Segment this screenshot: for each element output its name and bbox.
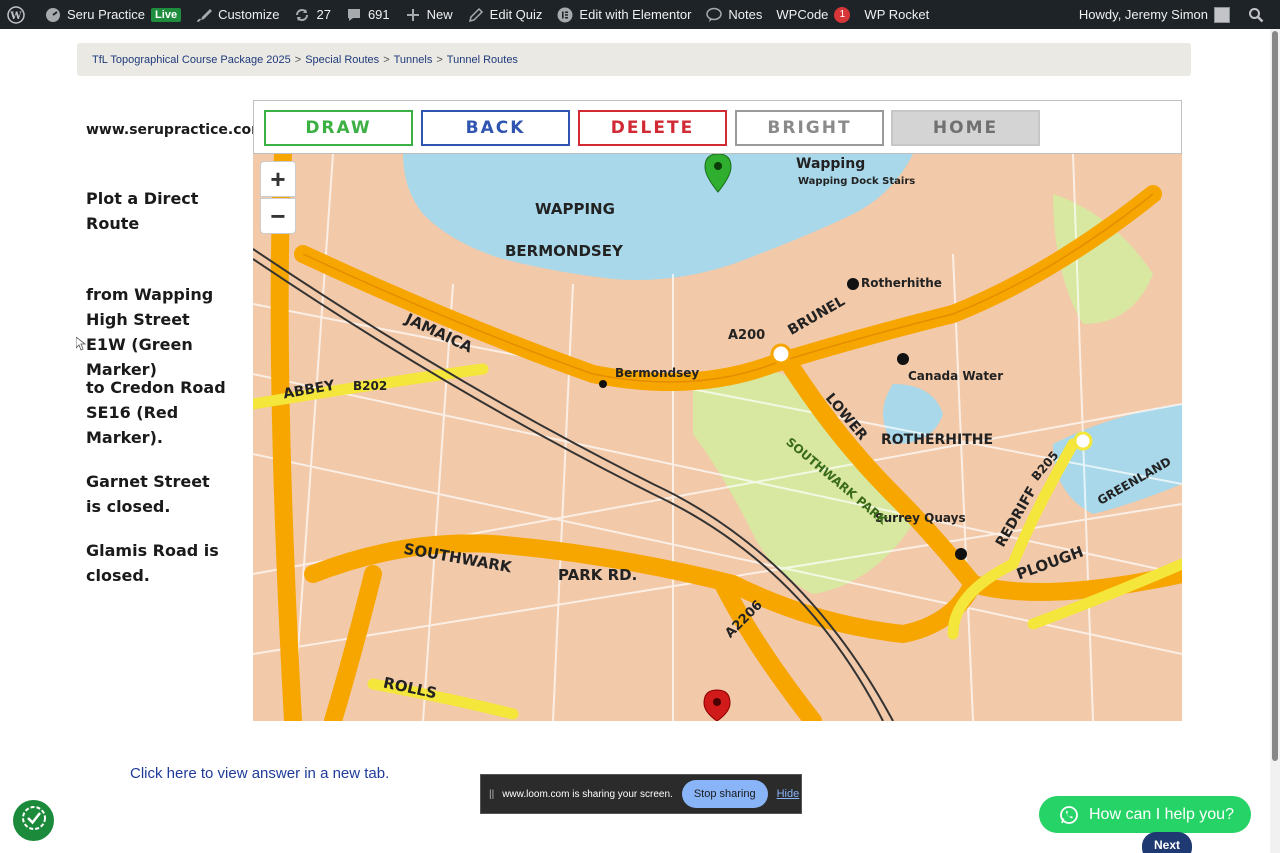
new-content-menu[interactable]: New (397, 0, 460, 29)
route-to-text: to Credon Road SE16 (Red Marker). (86, 378, 226, 447)
updates-link[interactable]: 27 (286, 0, 337, 29)
edit-elementor-label: Edit with Elementor (579, 7, 692, 22)
notes-link[interactable]: Notes (698, 0, 769, 29)
whatsapp-label: How can I help you? (1089, 805, 1234, 823)
instruction-heading: Plot a Direct Route (86, 189, 199, 233)
drag-handle-icon[interactable]: || (489, 789, 494, 800)
hide-button[interactable]: Hide (777, 788, 800, 800)
breadcrumb-separator: > (294, 53, 302, 66)
edit-elementor-link[interactable]: Edit with Elementor (549, 0, 698, 29)
site-name-menu[interactable]: Seru Practice Live (37, 0, 188, 29)
scrollbar-thumb[interactable] (1272, 31, 1278, 761)
comment-icon (345, 6, 363, 24)
updates-count: 27 (316, 7, 331, 22)
customize-label: Customize (218, 7, 280, 22)
brush-icon (195, 6, 213, 24)
dashboard-icon (44, 6, 62, 24)
end-marker (703, 689, 731, 721)
comments-link[interactable]: 691 (338, 0, 397, 29)
site-name-label: Seru Practice (67, 7, 146, 22)
map-graphic (253, 154, 1182, 721)
breadcrumb-separator: > (383, 53, 390, 66)
view-answer-link[interactable]: Click here to view answer in a new tab. (130, 765, 389, 782)
live-badge: Live (151, 7, 182, 22)
elementor-icon (556, 6, 574, 24)
zoom-in-button[interactable]: + (260, 161, 296, 197)
breadcrumb-link-special-routes[interactable]: Special Routes (305, 54, 379, 66)
accessibility-icon (20, 804, 48, 837)
wpcode-menu[interactable]: WPCode 1 (769, 0, 857, 29)
comments-count: 691 (367, 7, 390, 22)
greeting-label: Howdy, Jeremy Simon (1078, 7, 1208, 22)
home-button[interactable]: HOME (891, 110, 1040, 146)
mouse-cursor-icon (75, 336, 87, 356)
site-url-text: www.serupractice.com (86, 122, 266, 138)
wp-admin-bar: W Seru Practice Live Customize 27 691 Ne… (0, 0, 1280, 29)
notes-label: Notes (728, 7, 763, 22)
wpcode-label: WPCode (776, 7, 829, 22)
map-label-rotherhithe-area: ROTHERHITHE (881, 432, 994, 448)
breadcrumb: TfL Topographical Course Package 2025 > … (77, 43, 1191, 76)
breadcrumb-separator: > (436, 53, 443, 66)
whatsapp-chat-button[interactable]: How can I help you? (1039, 796, 1251, 833)
accessibility-button[interactable] (13, 800, 54, 841)
my-account-menu[interactable]: Howdy, Jeremy Simon (1072, 0, 1237, 29)
whatsapp-icon (1059, 805, 1079, 825)
delete-button[interactable]: DELETE (578, 110, 727, 146)
map-label-canada-water: Canada Water (908, 369, 1004, 383)
map-label-wapping-dock: Wapping Dock Stairs (798, 176, 916, 187)
breadcrumb-link-tunnels[interactable]: Tunnels (394, 54, 433, 66)
route-from-text: from Wapping High Street E1W (Green Mark… (86, 285, 214, 379)
search-icon (1247, 6, 1265, 24)
wp-rocket-label: WP Rocket (864, 7, 930, 22)
share-message: www.loom.com is sharing your screen. (502, 788, 673, 800)
map-label-wapping-area: WAPPING (535, 200, 615, 218)
wp-rocket-menu[interactable]: WP Rocket (857, 0, 936, 29)
page-scrollbar[interactable] (1270, 29, 1280, 853)
updates-icon (293, 6, 311, 24)
edit-quiz-link[interactable]: Edit Quiz (460, 0, 550, 29)
map-label-bermondsey-station: Bermondsey (615, 366, 700, 380)
map-label-park-road: PARK RD. (558, 566, 638, 584)
back-button[interactable]: BACK (421, 110, 570, 146)
map-label-surrey-quays: Surrey Quays (875, 511, 966, 525)
notes-icon (705, 6, 723, 24)
new-label: New (426, 7, 453, 22)
closure-text-2: Glamis Road is closed. (86, 541, 219, 585)
avatar (1214, 6, 1230, 23)
draw-button[interactable]: DRAW (264, 110, 413, 146)
map-label-wapping-station: Wapping (796, 156, 866, 172)
breadcrumb-current[interactable]: Tunnel Routes (447, 54, 518, 66)
map-label-b202: B202 (353, 379, 388, 393)
plus-icon (404, 6, 422, 24)
admin-search[interactable] (1237, 0, 1280, 29)
svg-text:W: W (9, 11, 22, 22)
stop-sharing-button[interactable]: Stop sharing (681, 780, 768, 808)
closure-text-1: Garnet Street is closed. (86, 472, 210, 516)
screen-share-bar: || www.loom.com is sharing your screen. … (480, 774, 802, 814)
wordpress-icon: W (7, 5, 25, 24)
map-label-rotherhithe-station: Rotherhithe (861, 276, 942, 290)
map-label-a200: A200 (728, 328, 766, 343)
customize-link[interactable]: Customize (188, 0, 286, 29)
breadcrumb-link-course[interactable]: TfL Topographical Course Package 2025 (92, 54, 291, 66)
next-button[interactable]: Next (1142, 832, 1192, 853)
edit-quiz-label: Edit Quiz (489, 7, 543, 22)
map-toolbar: DRAW BACK DELETE BRIGHT HOME (253, 100, 1182, 154)
route-map[interactable]: Wapping Wapping Dock Stairs WAPPING BERM… (253, 154, 1182, 721)
map-label-bermondsey-area: BERMONDSEY (505, 242, 623, 260)
wordpress-logo-menu[interactable]: W (0, 0, 37, 29)
pencil-icon (467, 6, 485, 24)
wpcode-notification-badge: 1 (834, 6, 851, 23)
bright-button[interactable]: BRIGHT (735, 110, 884, 146)
zoom-out-button[interactable]: − (260, 198, 296, 234)
